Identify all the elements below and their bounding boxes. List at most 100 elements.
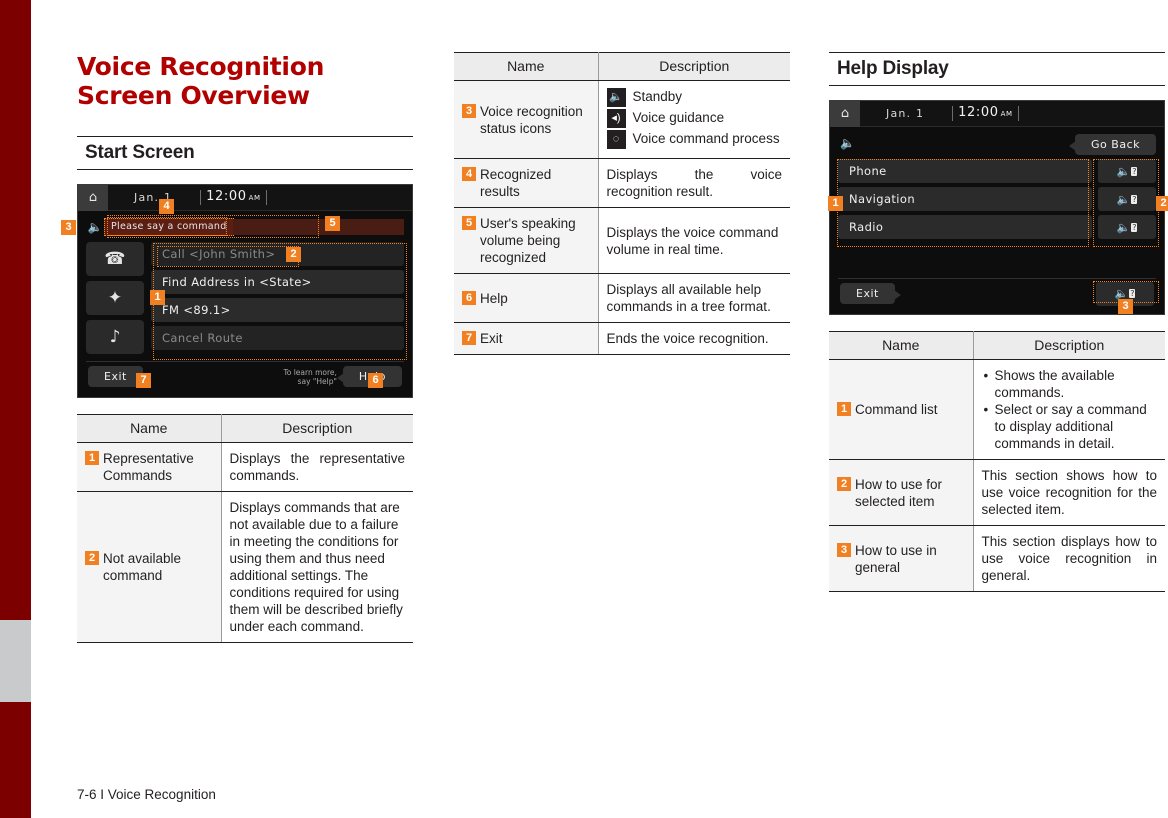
- device-clock: 12:00 AM: [952, 106, 1019, 121]
- row-badge: 2: [837, 476, 851, 491]
- section-heading-help-display: Help Display: [829, 52, 1165, 86]
- cell-description: Displays commands that are not available…: [221, 491, 413, 643]
- bullet-item: Select or say a command to display addit…: [982, 401, 1158, 452]
- row-name-text: Voice recognition status icons: [480, 103, 583, 136]
- command-item[interactable]: Call <John Smith>: [151, 242, 404, 266]
- help-hint-line2: say "Help": [297, 376, 337, 386]
- table-row: 2 How to use for selected item This sect…: [829, 459, 1165, 526]
- table-row: 6 Help Displays all available help comma…: [454, 273, 790, 323]
- speaking-volume-bar: [232, 218, 404, 235]
- row-name-text: User's speaking volume being recognized: [480, 216, 576, 265]
- row-name-text: Not available command: [103, 551, 182, 583]
- cell-name: 7 Exit: [454, 322, 599, 355]
- cell-description: Displays the representative commands.: [221, 442, 413, 492]
- device-time-value: 12:00: [958, 105, 999, 120]
- header-name: Name: [77, 414, 222, 443]
- row-badge: 1: [837, 402, 851, 416]
- row-name-text: Exit: [480, 331, 503, 346]
- help-command-item[interactable]: Navigation: [838, 187, 1092, 211]
- exit-button[interactable]: Exit: [840, 283, 901, 304]
- row-name-text: Help: [480, 290, 508, 306]
- row-badge: 5: [462, 216, 476, 230]
- row-name-text: How to use in general: [855, 542, 937, 575]
- speaker-icon: ◂): [606, 109, 626, 128]
- go-back-button[interactable]: Go Back: [1069, 133, 1156, 155]
- status-icons-table: Name Description 3 Voice recognition sta…: [454, 52, 790, 355]
- callout-badge-3: 3: [61, 220, 76, 235]
- row-badge: 6: [462, 290, 476, 305]
- page-title-line1: Voice Recognition: [77, 52, 325, 81]
- help-content-row: Phone Navigation Radio 🔈? 🔈? 🔈?: [838, 159, 1156, 239]
- cell-name: 3 How to use in general: [829, 525, 974, 592]
- status-icon-label: Voice command process: [632, 131, 780, 146]
- callout-badge-3: 3: [1118, 299, 1133, 314]
- header-name: Name: [454, 52, 599, 81]
- mic-help-icon[interactable]: 🔈?: [1098, 215, 1156, 239]
- navigation-icon[interactable]: ✦: [86, 281, 144, 315]
- home-icon[interactable]: ⌂: [78, 184, 108, 211]
- cell-name: 6 Help: [454, 273, 599, 323]
- command-item[interactable]: Cancel Route: [151, 326, 404, 350]
- help-display-table: Name Description 1 Command list Shows th…: [829, 331, 1165, 592]
- empty-space: [838, 239, 1156, 271]
- help-command-item[interactable]: Phone: [838, 159, 1092, 183]
- spinner-icon: ◌: [606, 130, 626, 149]
- status-icon-entry: ◌ Voice command process: [606, 130, 783, 149]
- header-description: Description: [973, 331, 1165, 360]
- cell-name: 4 Recognized results: [454, 158, 599, 208]
- table-row: 3 Voice recognition status icons 🔈 Stand…: [454, 80, 790, 159]
- row-name-text: Recognized results: [480, 167, 552, 199]
- page-footer: 7-6 I Voice Recognition: [77, 787, 216, 802]
- table-row: 1 Representative Commands Displays the r…: [77, 442, 413, 492]
- command-area: ☎ ✦ ♪ Call <John Smith> Find Address in …: [86, 242, 404, 354]
- cell-name: 1 Command list: [829, 359, 974, 460]
- music-note-icon[interactable]: ♪: [86, 320, 144, 354]
- column-left: Voice Recognition Screen Overview Start …: [61, 52, 413, 643]
- section-heading-start-screen: Start Screen: [77, 136, 413, 170]
- cell-description: This section displays how to use voice r…: [973, 525, 1165, 592]
- cell-description: Displays the voice recognition result.: [598, 158, 790, 208]
- header-description: Description: [221, 414, 413, 443]
- exit-button[interactable]: Exit: [88, 366, 149, 387]
- table-row: 7 Exit Ends the voice recognition.: [454, 322, 790, 355]
- callout-badge-1: 1: [150, 290, 165, 305]
- mic-help-icon[interactable]: 🔈?: [1098, 159, 1156, 183]
- row-name-text: Representative Commands: [103, 451, 194, 483]
- cell-name: 2 How to use for selected item: [829, 459, 974, 526]
- help-mic-button-column: 🔈? 🔈? 🔈?: [1098, 159, 1156, 239]
- row-badge: 4: [462, 167, 476, 181]
- row-badge: 3: [837, 542, 851, 557]
- callout-badge-2: 2: [1156, 196, 1168, 211]
- cell-name: 2 Not available command: [77, 491, 222, 643]
- column-middle: Name Description 3 Voice recognition sta…: [454, 52, 790, 355]
- row-name-text: Command list: [855, 402, 938, 417]
- device-date: Jan. 1: [886, 107, 925, 120]
- row-badge: 3: [462, 103, 476, 118]
- device-bottom-bar: Exit To learn more, say "Help" Help: [86, 361, 404, 391]
- help-command-item[interactable]: Radio: [838, 215, 1092, 239]
- command-item[interactable]: Find Address in <State>: [151, 270, 404, 294]
- cell-description: This section shows how to use voice reco…: [973, 459, 1165, 526]
- device-bottom-bar: Exit 🔈?: [838, 278, 1156, 308]
- category-icon-rail: ☎ ✦ ♪: [86, 242, 144, 354]
- phone-icon[interactable]: ☎: [86, 242, 144, 276]
- speaker-icon: 🔈: [87, 219, 103, 234]
- device-body: 🔈 Please say a command ☎ ✦ ♪ Call <John …: [78, 211, 412, 397]
- home-icon[interactable]: ⌂: [830, 100, 860, 127]
- cell-description: Ends the voice recognition.: [598, 322, 790, 355]
- command-item[interactable]: FM <89.1>: [151, 298, 404, 322]
- device-time-ampm: AM: [248, 194, 261, 202]
- callout-badge-4: 4: [159, 199, 174, 214]
- start-screen-table: Name Description 1 Representative Comman…: [77, 414, 413, 643]
- mic-help-icon[interactable]: 🔈?: [1098, 187, 1156, 211]
- page-title: Voice Recognition Screen Overview: [77, 52, 413, 110]
- device-time-ampm: AM: [1000, 110, 1013, 118]
- device-clock: 12:00 AM: [200, 190, 267, 205]
- cell-description: Displays all available help commands in …: [598, 273, 790, 323]
- cell-description: 🔈 Standby ◂) Voice guidance ◌ Voice comm…: [598, 80, 790, 159]
- callout-badge-1: 1: [828, 196, 843, 211]
- device-time-value: 12:00: [206, 189, 247, 204]
- callout-badge-7: 7: [136, 373, 151, 388]
- device-status-bar: ⌂ Jan. 1 12:00 AM: [78, 184, 412, 211]
- table-row: 5 User's speaking volume being recognize…: [454, 207, 790, 274]
